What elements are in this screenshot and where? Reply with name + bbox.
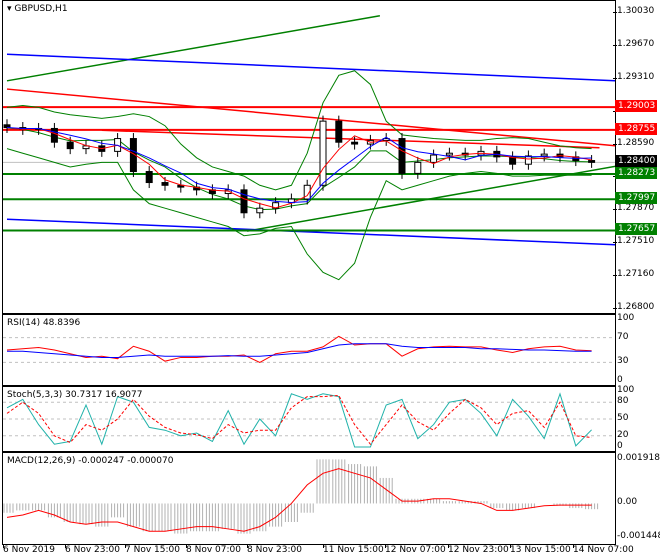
price-tick-label: 1.29310 bbox=[617, 71, 655, 82]
price-tick-label: 1.30030 bbox=[617, 6, 655, 16]
candle-body bbox=[540, 153, 548, 157]
rsi-title: RSI(14) 48.8396 bbox=[7, 318, 81, 328]
trendline bbox=[6, 15, 381, 82]
time-label: 12 Nov 23:00 bbox=[448, 545, 509, 555]
candle-body bbox=[256, 207, 264, 214]
price-level-tag: 1.27657 bbox=[615, 223, 657, 236]
rsi-tick-label: 0 bbox=[617, 375, 623, 385]
macd-title: MACD(12,26,9) -0.000247 -0.000070 bbox=[7, 456, 174, 466]
candle-body bbox=[161, 182, 169, 186]
time-label: 12 Nov 07:00 bbox=[385, 545, 446, 555]
stoch-tick-label: 50 bbox=[617, 413, 629, 423]
time-label: 7 Nov 15:00 bbox=[125, 545, 180, 555]
time-label: 8 Nov 23:00 bbox=[247, 545, 302, 555]
rsi-canvas bbox=[3, 335, 615, 363]
stoch-tick-label: 80 bbox=[617, 396, 629, 407]
moving-average-fast bbox=[6, 127, 592, 209]
price-level-tag: 1.29003 bbox=[615, 100, 657, 113]
time-label: 6 Nov 2019 bbox=[3, 545, 55, 555]
candle-body bbox=[319, 120, 327, 186]
candle-body bbox=[335, 120, 343, 143]
price-level-tag: 1.27997 bbox=[615, 192, 657, 205]
time-label: 11 Nov 15:00 bbox=[323, 545, 384, 555]
price-tick-label: 1.27160 bbox=[617, 269, 655, 280]
candle-body bbox=[430, 154, 438, 163]
price-tick-label: 1.26800 bbox=[617, 302, 655, 312]
stochastic-panel[interactable]: Stoch(5,3,3) 30.7317 16.9077 bbox=[2, 386, 616, 452]
stoch-tick-label: 20 bbox=[617, 429, 629, 440]
price-tick-label: 1.29670 bbox=[617, 38, 655, 49]
stochastic-title: Stoch(5,3,3) 30.7317 16.9077 bbox=[7, 390, 143, 400]
candle-body bbox=[414, 161, 422, 174]
macd-panel[interactable]: MACD(12,26,9) -0.000247 -0.000070 bbox=[2, 452, 616, 545]
stoch-tick-label: 100 bbox=[617, 385, 635, 395]
candle-body bbox=[3, 124, 11, 129]
price-chart-panel[interactable]: ▾ GBPUSD,H1 bbox=[2, 0, 616, 314]
time-label: 14 Nov 07:00 bbox=[573, 545, 634, 555]
symbol-title: ▾ GBPUSD,H1 bbox=[7, 4, 68, 14]
rsi-tick-label: 100 bbox=[617, 313, 635, 323]
rsi-panel[interactable]: RSI(14) 48.8396 bbox=[2, 314, 616, 386]
time-label: 13 Nov 15:00 bbox=[510, 545, 571, 555]
chart-window: ▾ GBPUSD,H1 RSI(14) 48.8396 Stoch(5,3,3)… bbox=[0, 0, 660, 560]
candle-body bbox=[66, 141, 74, 150]
price-level-tag: 1.28755 bbox=[615, 122, 657, 135]
price-tick-label: 1.27870 bbox=[617, 203, 655, 214]
candle-body bbox=[351, 141, 359, 145]
candle-body bbox=[398, 138, 406, 174]
macd-tick-label: 0.001918 bbox=[617, 453, 660, 463]
current-price-tag: 1.28400 bbox=[615, 155, 657, 168]
price-chart-canvas bbox=[3, 15, 615, 281]
rsi-tick-label: 70 bbox=[617, 331, 629, 342]
macd-tick-label: 0.00 bbox=[617, 497, 638, 508]
candle-body bbox=[50, 127, 58, 143]
price-level-tag: 1.28273 bbox=[615, 167, 657, 179]
rsi-tick-label: 30 bbox=[617, 356, 629, 367]
candle-body bbox=[145, 171, 153, 184]
trendline bbox=[6, 53, 615, 82]
time-label: 8 Nov 07:00 bbox=[186, 545, 241, 555]
price-tick-label: 1.27510 bbox=[617, 236, 655, 247]
macd-signal-line bbox=[6, 468, 592, 532]
time-label: 6 Nov 23:00 bbox=[65, 545, 120, 555]
trendline bbox=[6, 218, 615, 246]
symbol-title-text: GBPUSD,H1 bbox=[14, 4, 68, 14]
macd-tick-label: -0.001448 bbox=[617, 531, 660, 541]
moving-average-slow bbox=[6, 127, 592, 204]
candle-body bbox=[445, 152, 453, 156]
candle-body bbox=[240, 189, 248, 214]
stoch-tick-label: 0 bbox=[617, 441, 623, 451]
candle-body bbox=[524, 155, 532, 165]
price-tick-label: 1.28590 bbox=[617, 137, 655, 148]
stoch-signal bbox=[6, 394, 592, 445]
macd-canvas bbox=[3, 459, 599, 534]
candle-body bbox=[588, 160, 596, 163]
